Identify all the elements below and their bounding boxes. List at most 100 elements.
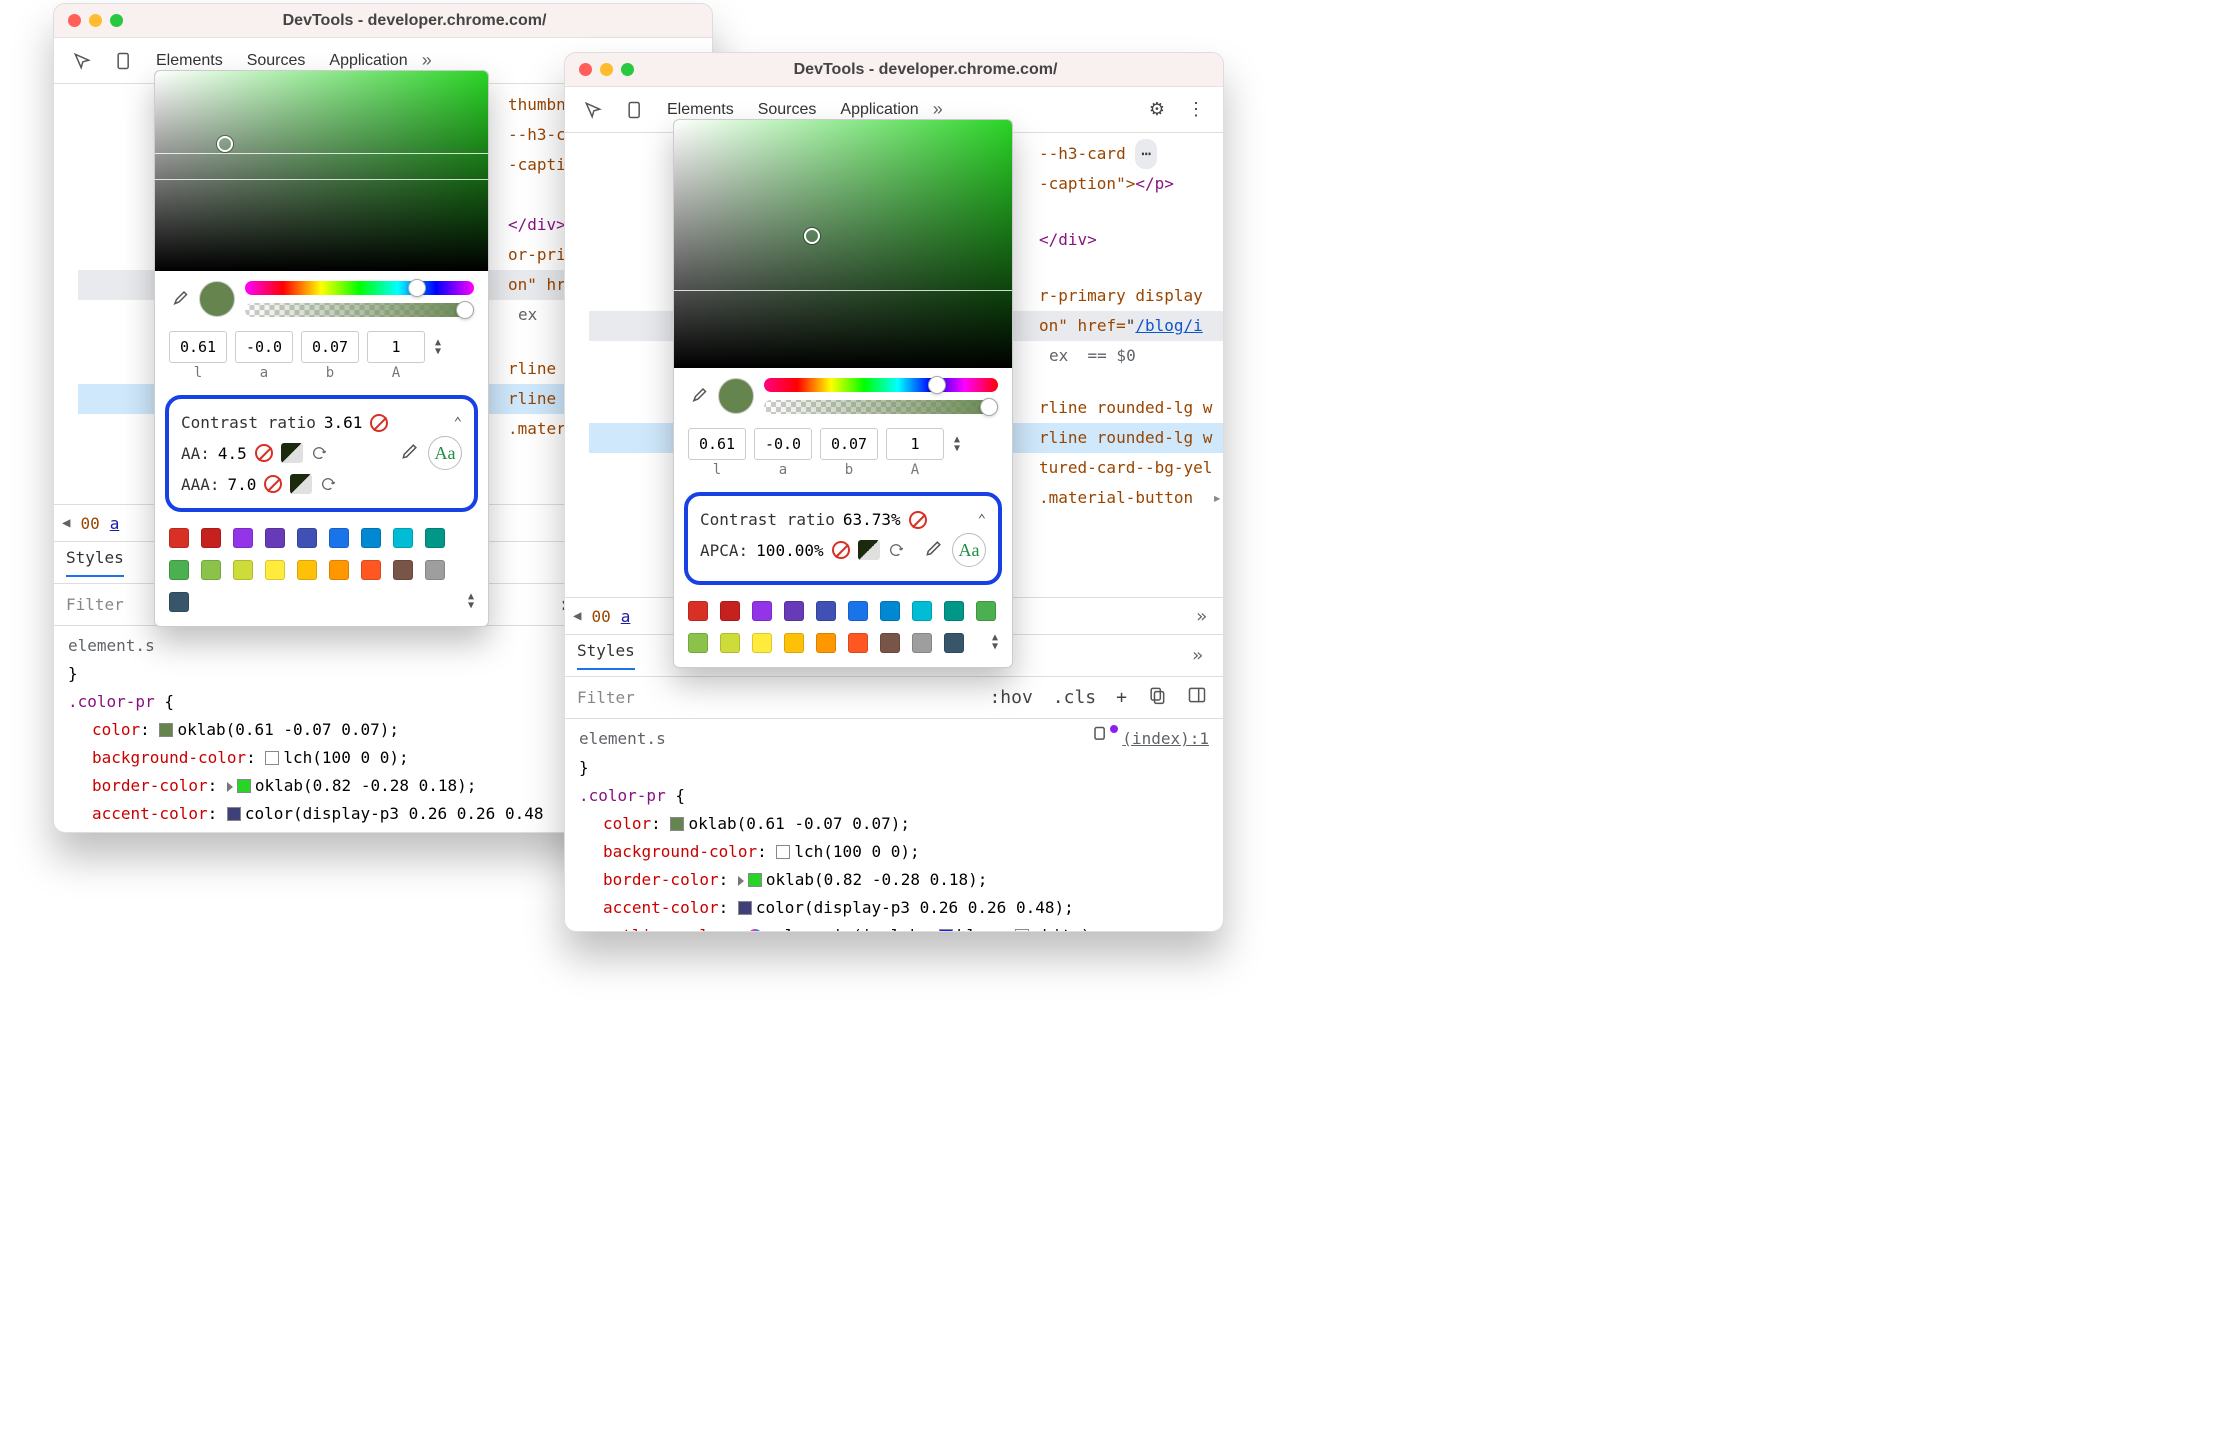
edit-icon[interactable] <box>924 538 944 563</box>
palette-swatch[interactable] <box>265 528 285 548</box>
input-b[interactable] <box>820 428 878 460</box>
palette-swatch[interactable] <box>880 601 900 621</box>
value-outline[interactable]: color-mix(in lch, <box>766 926 930 932</box>
chevron-double-right-icon[interactable]: » <box>414 50 440 71</box>
edit-icon[interactable] <box>400 441 420 466</box>
ellipsis-pill[interactable]: ⋯ <box>1135 139 1157 169</box>
value-color[interactable]: oklab(0.61 -0.07 0.07); <box>177 720 399 739</box>
value-bg[interactable]: lch(100 0 0); <box>283 748 408 767</box>
palette-swatch[interactable] <box>329 560 349 580</box>
copy-icon[interactable] <box>1090 725 1110 754</box>
device-icon[interactable] <box>106 45 142 77</box>
preview-text-icon[interactable]: Aa <box>428 436 462 470</box>
close-icon[interactable] <box>68 14 81 27</box>
color-swatch[interactable] <box>670 817 684 831</box>
color-swatch[interactable] <box>776 845 790 859</box>
inspect-icon[interactable] <box>575 94 611 126</box>
value-accent[interactable]: color(display-p3 0.26 0.26 0.48); <box>756 898 1074 917</box>
reload-icon[interactable] <box>311 445 327 461</box>
palette-swatch[interactable] <box>169 560 189 580</box>
picker-cursor[interactable] <box>804 228 820 244</box>
alpha-slider[interactable] <box>245 303 474 317</box>
palette-swatch[interactable] <box>169 592 189 612</box>
spinner-icon[interactable]: ▲▼ <box>435 338 441 356</box>
palette-swatch[interactable] <box>752 601 772 621</box>
palette-swatch[interactable] <box>201 528 221 548</box>
palette-swatch[interactable] <box>233 560 253 580</box>
maximize-icon[interactable] <box>110 14 123 27</box>
value-border[interactable]: oklab(0.82 -0.28 0.18); <box>766 870 988 889</box>
palette-swatch[interactable] <box>912 601 932 621</box>
color-swatch[interactable] <box>159 723 173 737</box>
palette-swatch[interactable] <box>329 528 349 548</box>
value-accent[interactable]: color(display-p3 0.26 0.26 0.48 <box>245 804 544 823</box>
palette-swatch[interactable] <box>361 528 381 548</box>
chevron-double-right-icon[interactable]: » <box>1184 645 1211 666</box>
palette-swatch[interactable] <box>688 601 708 621</box>
palette-swatch[interactable] <box>169 528 189 548</box>
panel-toggle-icon[interactable] <box>1183 685 1211 710</box>
palette-swatch[interactable] <box>297 528 317 548</box>
slider-thumb[interactable] <box>928 376 946 394</box>
spinner-icon[interactable]: ▲▼ <box>468 592 474 612</box>
chevron-left-icon[interactable]: ◀ <box>62 515 70 531</box>
tab-elements[interactable]: Elements <box>667 101 734 119</box>
breadcrumb-item[interactable]: a <box>621 607 631 626</box>
close-icon[interactable] <box>579 63 592 76</box>
filter-input[interactable]: Filter <box>66 595 124 614</box>
source-link[interactable]: (index):1 <box>1122 725 1209 754</box>
tab-styles[interactable]: Styles <box>577 641 635 670</box>
spinner-icon[interactable]: ▲▼ <box>992 633 998 653</box>
suggested-swatch[interactable] <box>858 540 880 560</box>
alpha-slider[interactable] <box>764 400 998 414</box>
spinner-icon[interactable]: ▲▼ <box>954 435 960 453</box>
breadcrumb-item[interactable]: 00 <box>591 607 610 626</box>
styles-pane[interactable]: element.s (index):1 } .color-pr { color:… <box>565 719 1223 932</box>
palette-swatch[interactable] <box>784 633 804 653</box>
palette-swatch[interactable] <box>720 601 740 621</box>
palette-swatch[interactable] <box>265 560 285 580</box>
gear-icon[interactable]: ⚙ <box>1141 95 1173 124</box>
value-outline-blue[interactable]: blue, <box>446 832 494 833</box>
palette-swatch[interactable] <box>720 633 740 653</box>
input-b[interactable] <box>301 331 359 363</box>
tab-styles[interactable]: Styles <box>66 548 124 577</box>
color-swatch[interactable] <box>237 779 251 793</box>
input-l[interactable] <box>169 331 227 363</box>
palette-swatch[interactable] <box>752 633 772 653</box>
maximize-icon[interactable] <box>621 63 634 76</box>
input-a[interactable] <box>235 331 293 363</box>
palette-swatch[interactable] <box>425 560 445 580</box>
palette-swatch[interactable] <box>688 633 708 653</box>
value-outline[interactable]: color-mix(in lch, <box>255 832 419 833</box>
tab-elements[interactable]: Elements <box>156 52 223 70</box>
eyedropper-icon[interactable] <box>688 384 708 409</box>
breadcrumb-item[interactable]: a <box>110 514 120 533</box>
palette-swatch[interactable] <box>944 601 964 621</box>
plus-button[interactable]: + <box>1112 687 1131 708</box>
chevron-double-right-icon[interactable]: » <box>925 99 951 120</box>
colormix-icon[interactable] <box>748 929 762 932</box>
input-alpha[interactable] <box>886 428 944 460</box>
palette-swatch[interactable] <box>393 528 413 548</box>
palette-swatch[interactable] <box>912 633 932 653</box>
chevron-up-icon[interactable]: ⌃ <box>978 512 986 528</box>
device-icon[interactable] <box>617 94 653 126</box>
tab-sources[interactable]: Sources <box>758 101 817 119</box>
triangle-icon[interactable] <box>227 782 233 792</box>
styles-copy-icon[interactable] <box>1143 685 1171 710</box>
hov-button[interactable]: :hov <box>985 687 1036 708</box>
palette-swatch[interactable] <box>393 560 413 580</box>
reload-icon[interactable] <box>320 476 336 492</box>
input-l[interactable] <box>688 428 746 460</box>
value-border[interactable]: oklab(0.82 -0.28 0.18); <box>255 776 477 795</box>
palette-swatch[interactable] <box>201 560 221 580</box>
palette-swatch[interactable] <box>784 601 804 621</box>
preview-text-icon[interactable]: Aa <box>952 533 986 567</box>
color-swatch[interactable] <box>265 751 279 765</box>
slider-thumb[interactable] <box>408 279 426 297</box>
palette-swatch[interactable] <box>848 601 868 621</box>
chevron-double-right-icon[interactable]: » <box>1188 606 1215 627</box>
minimize-icon[interactable] <box>600 63 613 76</box>
saturation-value-area[interactable] <box>674 120 1012 368</box>
